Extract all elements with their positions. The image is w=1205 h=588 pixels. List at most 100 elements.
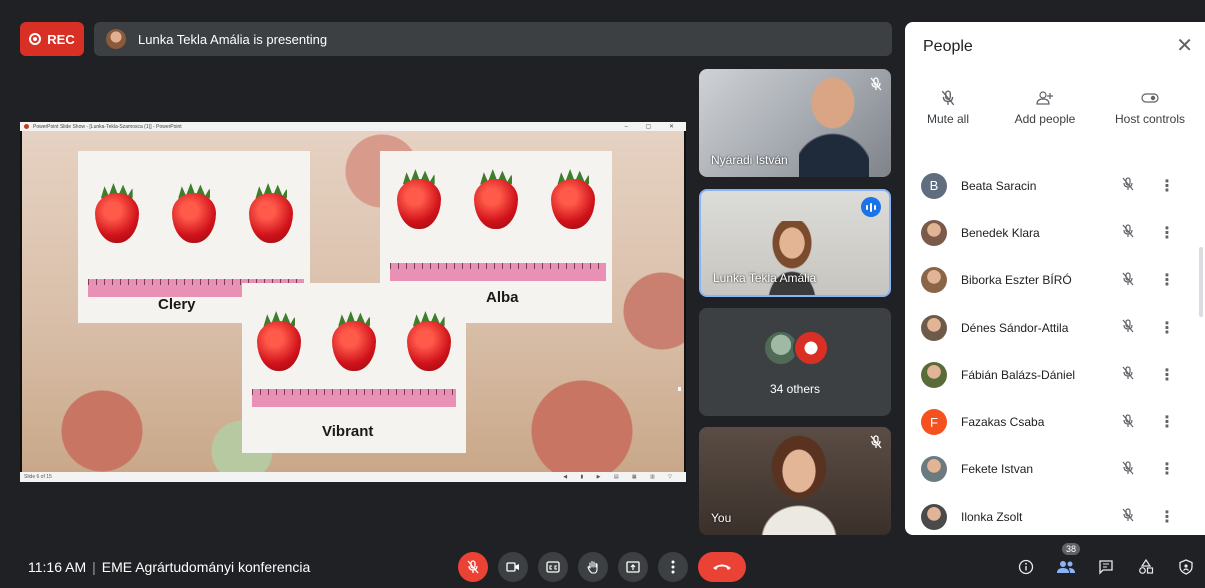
more-vert-icon[interactable]: ⋮ xyxy=(1159,318,1175,338)
meeting-info: 11:16 AM | EME Agrártudományi konferencia xyxy=(28,559,310,575)
presenter-avatar xyxy=(106,29,126,49)
recording-indicator[interactable]: REC xyxy=(20,22,84,56)
present-button[interactable] xyxy=(618,552,648,582)
chat-button[interactable] xyxy=(1094,555,1118,579)
info-icon xyxy=(1018,559,1034,575)
strawberry-image xyxy=(547,167,599,229)
mic-off-icon[interactable] xyxy=(1121,508,1135,525)
avatar xyxy=(921,219,947,246)
avatar xyxy=(921,314,947,341)
participant-row[interactable]: Fekete Istvan ⋮ xyxy=(905,446,1205,493)
participant-row[interactable]: Fábián Balázs-Dániel ⋮ xyxy=(905,351,1205,398)
mic-off-icon[interactable] xyxy=(1121,461,1135,478)
participant-row[interactable]: Benedek Klara ⋮ xyxy=(905,209,1205,256)
label-alba: Alba xyxy=(486,289,519,306)
participant-name: Lunka Tekla Amália xyxy=(713,271,817,285)
host-controls-bottom-button[interactable] xyxy=(1174,555,1198,579)
people-count-badge: 38 xyxy=(1062,543,1081,555)
more-vert-icon[interactable]: ⋮ xyxy=(1159,223,1175,243)
chat-icon xyxy=(1099,560,1113,575)
ruler-ticks xyxy=(252,389,456,407)
presenting-banner[interactable]: Lunka Tekla Amália is presenting xyxy=(94,22,892,56)
participant-row[interactable]: F Fazakas Csaba ⋮ xyxy=(905,398,1205,445)
mic-off-icon[interactable] xyxy=(1121,319,1135,336)
participant-tile[interactable]: Nyáradi István xyxy=(699,69,891,177)
self-tile[interactable]: You xyxy=(699,427,891,535)
participant-row[interactable]: Ilonka Zsolt ⋮ xyxy=(905,493,1205,535)
more-vert-icon[interactable]: ⋮ xyxy=(1159,365,1175,385)
participant-row[interactable]: Biborka Eszter BÍRÓ ⋮ xyxy=(905,257,1205,304)
mic-off-icon xyxy=(921,90,975,112)
people-icon xyxy=(1057,561,1075,573)
mic-off-icon xyxy=(869,77,883,94)
slide-content: Clery Alba Vibrant xyxy=(22,131,684,472)
avatar xyxy=(921,456,947,483)
participant-row[interactable]: B Beata Saracin ⋮ xyxy=(905,162,1205,209)
captions-button[interactable] xyxy=(538,552,568,582)
strawberry-image xyxy=(91,181,143,243)
clock-time: 11:16 AM xyxy=(28,559,87,575)
powerpoint-icon xyxy=(24,124,29,129)
participant-video xyxy=(767,221,817,295)
others-avatars xyxy=(763,330,829,366)
strawberry-image xyxy=(393,167,445,229)
strawberry-image xyxy=(168,181,220,243)
speaking-indicator-icon xyxy=(861,197,881,217)
shield-icon xyxy=(1179,559,1193,575)
meeting-details-button[interactable] xyxy=(1014,555,1038,579)
mic-off-icon[interactable] xyxy=(1121,224,1135,241)
add-person-icon xyxy=(1005,90,1085,112)
slide-counter: Slide 6 of 15 xyxy=(24,474,52,480)
scrollbar[interactable] xyxy=(1199,247,1203,317)
others-tile[interactable]: 34 others xyxy=(699,308,891,416)
top-bar: REC Lunka Tekla Amália is presenting xyxy=(20,22,892,56)
more-vert-icon[interactable]: ⋮ xyxy=(1159,459,1175,479)
mic-off-icon[interactable] xyxy=(1121,366,1135,383)
camera-button[interactable] xyxy=(498,552,528,582)
raise-hand-button[interactable] xyxy=(578,552,608,582)
toggle-icon xyxy=(1105,90,1195,112)
label-vibrant: Vibrant xyxy=(322,423,374,440)
record-icon xyxy=(29,33,42,45)
people-panel: People ✕ Mute all Add people Host contro… xyxy=(905,22,1205,535)
ppt-window-buttons: – ▢ ✕ xyxy=(624,124,682,130)
more-options-button[interactable] xyxy=(658,552,688,582)
avatar xyxy=(921,361,947,388)
add-people-button[interactable]: Add people xyxy=(1005,90,1085,126)
strawberry-image xyxy=(470,167,522,229)
people-button[interactable]: 38 xyxy=(1054,543,1081,579)
close-icon[interactable]: ✕ xyxy=(1176,34,1193,58)
host-controls-label: Host controls xyxy=(1114,112,1186,126)
avatar xyxy=(921,267,947,294)
more-vert-icon[interactable]: ⋮ xyxy=(1159,176,1175,196)
add-people-label: Add people xyxy=(1014,112,1076,126)
more-vert-icon[interactable]: ⋮ xyxy=(1159,270,1175,290)
mic-off-icon[interactable] xyxy=(1121,177,1135,194)
mic-off-icon xyxy=(869,435,883,452)
more-vert-icon xyxy=(671,560,675,574)
captions-icon xyxy=(546,561,560,573)
mic-toggle-button[interactable] xyxy=(458,552,488,582)
avatar: B xyxy=(921,172,947,199)
ppt-titlebar: PowerPoint Slide Show - [Lunka-Tekla-Sza… xyxy=(20,122,686,131)
end-call-icon xyxy=(713,564,731,570)
more-vert-icon[interactable]: ⋮ xyxy=(1159,412,1175,432)
others-count: 34 others xyxy=(769,382,821,396)
activities-button[interactable] xyxy=(1134,555,1158,579)
mic-off-icon[interactable] xyxy=(1121,414,1135,431)
avatar xyxy=(921,503,947,530)
ppt-status-icons[interactable]: ◀ ▮ ▶ ▤ ▦ ▥ ▽ xyxy=(563,472,678,482)
end-call-button[interactable] xyxy=(698,552,746,582)
host-controls-button[interactable]: Host controls xyxy=(1105,90,1195,126)
mic-off-icon[interactable] xyxy=(1121,272,1135,289)
participant-tile-active[interactable]: Lunka Tekla Amália xyxy=(699,189,891,297)
mute-all-button[interactable]: Mute all xyxy=(921,90,975,126)
ppt-statusbar: Slide 6 of 15 ◀ ▮ ▶ ▤ ▦ ▥ ▽ xyxy=(20,472,686,482)
label-clery: Clery xyxy=(158,296,196,313)
strawberry-image xyxy=(328,309,380,371)
more-vert-icon[interactable]: ⋮ xyxy=(1159,507,1175,527)
participant-list: B Beata Saracin ⋮ Benedek Klara ⋮ Biborka Esz… xyxy=(905,162,1205,535)
presenting-text: Lunka Tekla Amália is presenting xyxy=(138,31,328,47)
rec-label: REC xyxy=(47,31,75,47)
participant-row[interactable]: Dénes Sándor-Attila ⋮ xyxy=(905,304,1205,351)
